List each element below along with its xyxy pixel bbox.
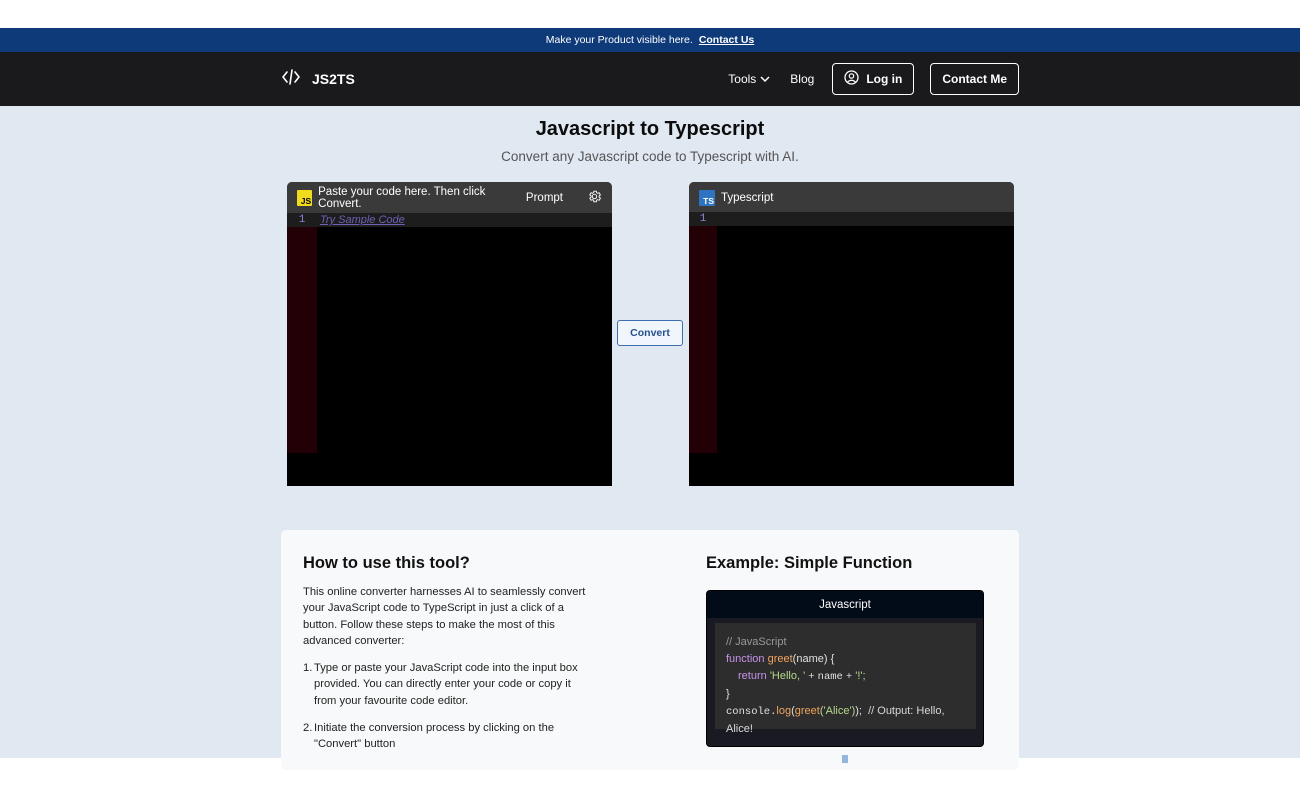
code-line: // JavaScript	[726, 634, 965, 651]
javascript-input-editor[interactable]: JS Paste your code here. Then click Conv…	[287, 182, 612, 486]
how-to-intro: This online converter harnesses AI to se…	[303, 586, 586, 647]
page-subtitle: Convert any Javascript code to Typescrip…	[501, 149, 799, 164]
output-title: Typescript	[721, 191, 774, 204]
code-brace: }	[726, 688, 730, 700]
code-string: 'Hello, '	[769, 670, 806, 682]
code-line: console.log(greet('Alice')); // Output: …	[726, 703, 965, 738]
example-code-card: Javascript // JavaScript function greet(…	[706, 590, 984, 747]
code-line: function greet(name) {	[726, 651, 965, 668]
line-gutter	[689, 213, 717, 453]
page: Make your Product visible here. Contact …	[0, 0, 1300, 788]
code-line: }	[726, 686, 965, 703]
nav-tools-label: Tools	[728, 72, 757, 86]
nav-actions: Tools Blog Log in Contact Me	[726, 63, 1019, 95]
page-title: Javascript to Typescript	[535, 118, 765, 140]
prompt-button[interactable]: Prompt	[526, 192, 563, 204]
example-card-title: Javascript	[707, 591, 983, 618]
input-hint: Paste your code here. Then click Convert…	[318, 185, 486, 210]
line-number: 1	[298, 214, 306, 226]
brand[interactable]: JS2TS	[281, 69, 355, 88]
top-navbar: JS2TS Tools Blog Log in Contact Me	[0, 52, 1300, 106]
promo-banner: Make your Product visible here. Contact …	[0, 28, 1300, 52]
nav-blog-label: Blog	[790, 72, 815, 86]
code-variable: name	[817, 671, 843, 683]
code-string: '!';	[855, 670, 866, 682]
code-logo-icon	[281, 69, 301, 88]
code-params: (name) {	[792, 653, 835, 665]
code-method: log	[776, 705, 792, 717]
code-operator: +	[845, 671, 853, 683]
active-line: 1	[689, 212, 1014, 226]
output-editor-header: TS Typescript	[689, 182, 1014, 213]
step-text: Type or paste your JavaScript code into …	[314, 662, 578, 707]
typescript-output-editor[interactable]: TS Typescript 1	[689, 182, 1014, 486]
list-item: 2. Initiate the conversion process by cl…	[303, 720, 588, 753]
contact-me-button[interactable]: Contact Me	[930, 63, 1019, 95]
contact-us-link[interactable]: Contact Us	[699, 34, 754, 46]
list-item: 1. Type or paste your JavaScript code in…	[303, 660, 588, 709]
main-content: Javascript to Typescript Convert any Jav…	[0, 106, 1300, 770]
info-card: How to use this tool? This online conver…	[281, 530, 1019, 770]
code-function-name: greet	[767, 653, 793, 665]
login-label: Log in	[866, 72, 903, 86]
active-line: 1 Try Sample Code	[287, 213, 612, 227]
example-code-block: // JavaScript function greet(name) { ret…	[715, 623, 976, 735]
code-keyword: function	[726, 653, 765, 665]
input-editor-header: JS Paste your code here. Then click Conv…	[287, 182, 612, 213]
code-function-name: greet	[794, 705, 820, 717]
code-keyword: return	[738, 670, 767, 682]
code-comment: // JavaScript	[726, 636, 787, 648]
how-to-steps: 1. Type or paste your JavaScript code in…	[303, 660, 588, 763]
example-title: Example: Simple Function	[706, 554, 913, 572]
code-console: console.	[726, 706, 777, 718]
gear-icon[interactable]	[587, 189, 602, 207]
code-operator: +	[808, 671, 815, 683]
nav-tools-menu[interactable]: Tools	[726, 72, 772, 86]
nav-blog-link[interactable]: Blog	[788, 72, 816, 86]
code-line: return 'Hello, ' + name + '!';	[726, 668, 965, 686]
step-number: 1.	[303, 662, 313, 674]
try-sample-code-link[interactable]: Try Sample Code	[320, 214, 405, 226]
resize-handle-icon[interactable]	[842, 750, 848, 763]
step-text: Initiate the conversion process by click…	[314, 721, 555, 751]
user-circle-icon	[844, 70, 859, 88]
chevron-down-icon	[760, 72, 770, 86]
line-number: 1	[699, 213, 707, 225]
typescript-icon: TS	[699, 189, 715, 206]
convert-button[interactable]: Convert	[617, 320, 683, 346]
banner-text: Make your Product visible here.	[545, 34, 693, 46]
step-number: 2.	[303, 721, 313, 734]
brand-name: JS2TS	[312, 70, 355, 87]
code-paren: );	[855, 705, 862, 717]
javascript-icon: JS	[297, 189, 313, 206]
login-button[interactable]: Log in	[832, 63, 915, 95]
contact-me-label: Contact Me	[942, 72, 1007, 86]
how-to-title: How to use this tool?	[303, 554, 470, 572]
line-gutter	[287, 213, 317, 453]
code-string: ('Alice')	[819, 705, 856, 717]
